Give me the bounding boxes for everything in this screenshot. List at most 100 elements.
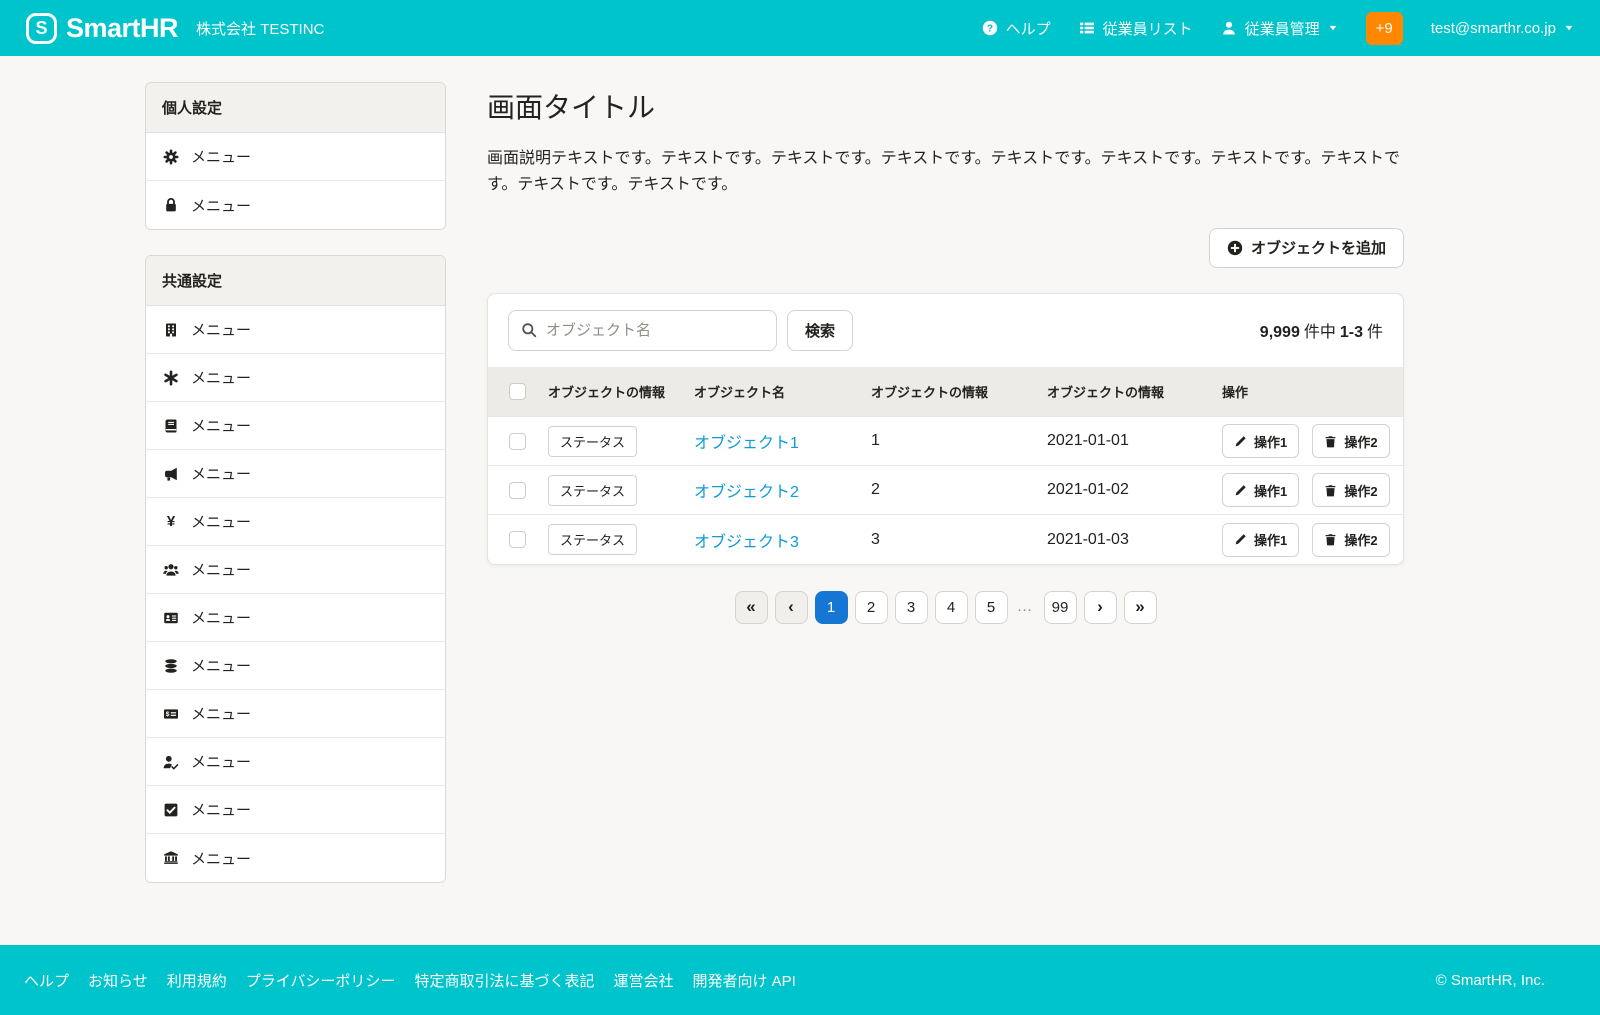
- info-cell: 2: [863, 466, 1039, 515]
- select-all-checkbox[interactable]: [509, 383, 526, 400]
- prev-page-button[interactable]: ‹: [775, 591, 808, 624]
- sidebar-section-title: 個人設定: [146, 83, 445, 133]
- sidebar-section: 共通設定 メニュー メニュー メニュー メニュー ¥ メニュー メニュー メニュ…: [145, 255, 446, 883]
- row-checkbox[interactable]: [509, 433, 526, 450]
- footer-link-6[interactable]: 開発者向け API: [692, 970, 795, 991]
- page-button-3[interactable]: 3: [895, 591, 928, 624]
- sidebar-item-label: メニュー: [191, 751, 251, 772]
- page-button-99[interactable]: 99: [1044, 591, 1077, 624]
- sidebar-item[interactable]: メニュー: [146, 450, 445, 498]
- pencil-icon: [1234, 533, 1247, 546]
- row-checkbox[interactable]: [509, 482, 526, 499]
- money-check-icon: $: [162, 706, 180, 722]
- result-unit-label: 件: [1367, 324, 1383, 341]
- action1-button[interactable]: 操作1: [1222, 424, 1299, 458]
- date-cell: 2021-01-02: [1039, 466, 1214, 515]
- footer-link-2[interactable]: 利用規約: [167, 970, 227, 991]
- page-button-1[interactable]: 1: [815, 591, 848, 624]
- first-page-button[interactable]: «: [735, 591, 768, 624]
- sidebar-item[interactable]: メニュー: [146, 834, 445, 882]
- table-body: ステータス オブジェクト1 1 2021-01-01 操作1 操作2 ステータス…: [488, 417, 1403, 564]
- bullhorn-icon: [162, 466, 180, 482]
- next-page-button[interactable]: ›: [1084, 591, 1117, 624]
- pencil-icon: [1234, 484, 1247, 497]
- sidebar-item[interactable]: メニュー: [146, 546, 445, 594]
- object-table: オブジェクトの情報オブジェクト名オブジェクトの情報オブジェクトの情報操作 ステー…: [488, 367, 1403, 564]
- table-row: ステータス オブジェクト3 3 2021-01-03 操作1 操作2: [488, 515, 1403, 564]
- date-cell: 2021-01-01: [1039, 417, 1214, 466]
- book-icon: [162, 418, 180, 434]
- app-footer: ヘルプお知らせ利用規約プライバシーポリシー特定商取引法に基づく表記運営会社開発者…: [0, 945, 1600, 1015]
- info-cell: 1: [863, 417, 1039, 466]
- sidebar-item[interactable]: ¥ メニュー: [146, 498, 445, 546]
- bank-icon: [162, 850, 180, 866]
- id-card-icon: [162, 610, 180, 626]
- sidebar-item[interactable]: メニュー: [146, 133, 445, 181]
- account-menu[interactable]: test@smarthr.co.jp: [1431, 20, 1574, 37]
- asterisk-icon: [162, 370, 180, 386]
- search-input[interactable]: [546, 322, 764, 339]
- add-object-button[interactable]: オブジェクトを追加: [1209, 228, 1404, 268]
- action1-button[interactable]: 操作1: [1222, 523, 1299, 557]
- search-button[interactable]: 検索: [787, 310, 853, 351]
- footer-link-0[interactable]: ヘルプ: [24, 970, 69, 991]
- smarthr-logo-text: SmartHR: [66, 13, 178, 44]
- nav-employee-admin-label: 従業員管理: [1245, 18, 1320, 39]
- action2-button[interactable]: 操作2: [1312, 473, 1389, 507]
- object-link[interactable]: オブジェクト3: [694, 534, 799, 551]
- sidebar-item[interactable]: メニュー: [146, 306, 445, 354]
- sidebar-item-label: メニュー: [191, 607, 251, 628]
- sidebar-item-label: メニュー: [191, 511, 251, 532]
- svg-text:?: ?: [986, 23, 992, 35]
- status-badge: ステータス: [548, 524, 637, 555]
- object-link[interactable]: オブジェクト2: [694, 484, 799, 501]
- action1-button[interactable]: 操作1: [1222, 473, 1299, 507]
- svg-text:$: $: [166, 711, 170, 718]
- table-header-row: オブジェクトの情報オブジェクト名オブジェクトの情報オブジェクトの情報操作: [488, 367, 1403, 417]
- action2-button[interactable]: 操作2: [1312, 523, 1389, 557]
- footer-link-4[interactable]: 特定商取引法に基づく表記: [414, 970, 594, 991]
- pencil-icon: [1234, 435, 1247, 448]
- sidebar-section-title: 共通設定: [146, 256, 445, 306]
- sidebar-item[interactable]: メニュー: [146, 594, 445, 642]
- footer-link-5[interactable]: 運営会社: [613, 970, 673, 991]
- sidebar-item[interactable]: メニュー: [146, 738, 445, 786]
- sidebar-item[interactable]: メニュー: [146, 354, 445, 402]
- result-range: 1-3: [1340, 324, 1363, 341]
- sidebar-item[interactable]: $ メニュー: [146, 690, 445, 738]
- column-header: 操作: [1214, 367, 1403, 417]
- page-button-5[interactable]: 5: [975, 591, 1008, 624]
- notification-badge[interactable]: +9: [1366, 12, 1403, 45]
- sidebar-item-label: メニュー: [191, 799, 251, 820]
- sidebar-item[interactable]: メニュー: [146, 402, 445, 450]
- footer-link-1[interactable]: お知らせ: [88, 970, 148, 991]
- trash-icon: [1324, 484, 1337, 497]
- smarthr-logo[interactable]: S SmartHR: [26, 13, 178, 44]
- nav-help[interactable]: ? ヘルプ: [982, 18, 1051, 39]
- nav-employee-list[interactable]: 従業員リスト: [1079, 18, 1193, 39]
- page-button-2[interactable]: 2: [855, 591, 888, 624]
- sidebar-item-label: メニュー: [191, 415, 251, 436]
- sidebar-section: 個人設定 メニュー メニュー: [145, 82, 446, 230]
- sidebar-item-label: メニュー: [191, 367, 251, 388]
- object-link[interactable]: オブジェクト1: [694, 435, 799, 452]
- column-header: オブジェクトの情報: [1039, 367, 1214, 417]
- main-content: 画面タイトル 画面説明テキストです。テキストです。テキストです。テキストです。テ…: [487, 82, 1404, 945]
- header-nav: ? ヘルプ 従業員リスト 従業員管理 +9 test@smarthr.co.jp: [982, 12, 1574, 45]
- copyright: © SmartHR, Inc.: [1436, 972, 1545, 989]
- nav-employee-admin[interactable]: 従業員管理: [1221, 18, 1338, 39]
- users-icon: [162, 562, 180, 578]
- sidebar-item-label: メニュー: [191, 195, 251, 216]
- action2-button[interactable]: 操作2: [1312, 424, 1389, 458]
- sidebar-item[interactable]: メニュー: [146, 181, 445, 229]
- row-checkbox[interactable]: [509, 531, 526, 548]
- yen-icon: ¥: [162, 514, 180, 529]
- last-page-button[interactable]: »: [1124, 591, 1157, 624]
- search-box[interactable]: [508, 310, 777, 351]
- sidebar-item[interactable]: メニュー: [146, 642, 445, 690]
- object-list-panel: 検索 9,999件中1-3件 オブジェクトの情報オブジェクト名オブジェクトの情報…: [487, 293, 1404, 565]
- sidebar-item[interactable]: メニュー: [146, 786, 445, 834]
- page-button-4[interactable]: 4: [935, 591, 968, 624]
- check-square-icon: [162, 802, 180, 818]
- footer-link-3[interactable]: プライバシーポリシー: [246, 970, 396, 991]
